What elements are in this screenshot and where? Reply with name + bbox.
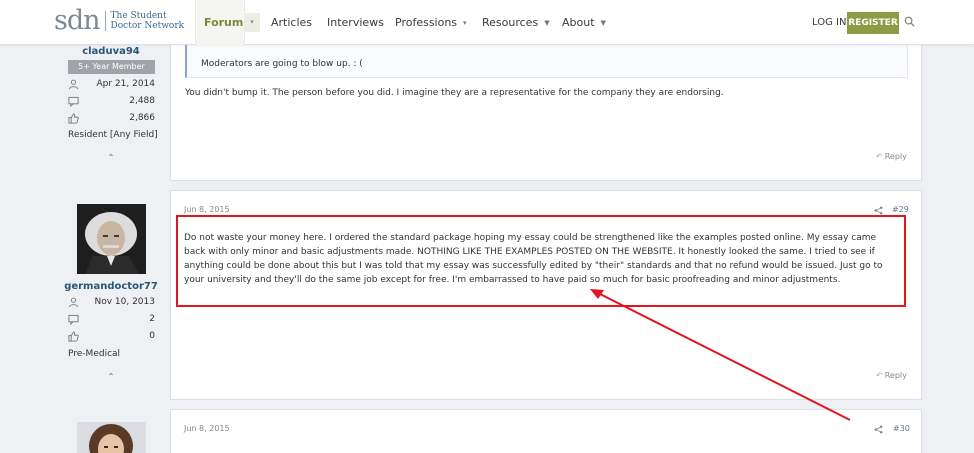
joined-date: Apr 21, 2014: [96, 79, 155, 89]
nav-interviews[interactable]: Interviews: [327, 0, 384, 45]
share-icon[interactable]: [874, 206, 883, 215]
nav-resources[interactable]: Resources ▼: [482, 0, 550, 45]
joined-date-row: Apr 21, 2014: [68, 79, 155, 91]
message-count-row: 2: [68, 314, 155, 326]
user-role: Resident [Any Field]: [68, 130, 158, 140]
like-count: 0: [149, 331, 155, 341]
joined-date: Nov 10, 2013: [94, 297, 155, 307]
username[interactable]: germandoctor77: [61, 281, 161, 292]
annotation-highlight-box: [176, 215, 906, 307]
reply-icon: ↶: [876, 371, 883, 380]
avatar-image: [77, 204, 146, 274]
messages-icon: [68, 314, 79, 325]
post-30: [170, 409, 922, 453]
user-icon: [68, 297, 79, 308]
avatar[interactable]: [77, 422, 146, 453]
chevron-down-icon: ▼: [600, 18, 606, 27]
post-number[interactable]: #29: [892, 205, 909, 214]
post-date[interactable]: Jun 8, 2015: [184, 424, 230, 433]
logo-text: The Student Doctor Network: [104, 11, 185, 31]
avatar[interactable]: [77, 204, 146, 274]
thumbs-up-icon: [68, 113, 79, 124]
nav-about[interactable]: About ▼: [562, 0, 606, 45]
like-count: 2,866: [129, 113, 155, 123]
nav-forums[interactable]: Forums: [195, 0, 250, 45]
user-role: Pre-Medical: [68, 349, 121, 359]
thumbs-up-icon: [68, 331, 79, 342]
chevron-down-icon: ▼: [544, 18, 550, 27]
post-number[interactable]: #30: [893, 424, 910, 433]
username[interactable]: claduva94: [61, 46, 161, 57]
avatar-image: [77, 422, 146, 453]
chevron-down-icon: ▾: [463, 18, 467, 27]
logo-line-2: Doctor Network: [110, 21, 185, 31]
site-logo[interactable]: sdn The Student Doctor Network: [54, 7, 184, 35]
joined-date-row: Nov 10, 2013: [68, 297, 155, 309]
messages-icon: [68, 96, 79, 107]
reply-label: Reply: [884, 152, 907, 161]
like-count-row: 2,866: [68, 113, 155, 125]
reply-button[interactable]: ↶ Reply: [876, 152, 907, 161]
top-navigation: sdn The Student Doctor Network Forums ▾ …: [0, 0, 974, 45]
reply-button[interactable]: ↶ Reply: [876, 371, 907, 380]
nav-resources-label: Resources: [482, 16, 539, 29]
user-icon: [68, 79, 79, 90]
login-link[interactable]: LOG IN: [812, 0, 846, 45]
nav-professions-label: Professions: [395, 16, 458, 29]
quote-text: Moderators are going to blow up. : (: [201, 59, 363, 69]
like-count-row: 0: [68, 331, 155, 343]
message-count: 2,488: [129, 96, 155, 106]
message-count-row: 2,488: [68, 96, 155, 108]
nav-professions[interactable]: Professions ▾: [395, 0, 467, 45]
logo-mark: sdn: [54, 5, 101, 36]
nav-about-label: About: [562, 16, 595, 29]
search-icon[interactable]: [904, 16, 915, 27]
register-button[interactable]: REGISTER: [847, 12, 899, 34]
chevron-up-icon[interactable]: ⌃: [106, 373, 116, 381]
quote-block: Moderators are going to blow up. : (: [185, 45, 908, 78]
share-icon[interactable]: [874, 425, 883, 434]
forums-dropdown-toggle[interactable]: ▾: [244, 13, 260, 32]
nav-articles[interactable]: Articles: [271, 0, 312, 45]
reply-label: Reply: [884, 371, 907, 380]
chevron-up-icon[interactable]: ⌃: [106, 154, 116, 162]
member-badge: 5+ Year Member: [68, 60, 155, 74]
reply-icon: ↶: [876, 152, 883, 161]
post-message: You didn't bump it. The person before yo…: [185, 88, 724, 98]
message-count: 2: [149, 314, 155, 324]
post-date[interactable]: Jun 8, 2015: [184, 205, 230, 214]
logo-line-1: The Student: [110, 11, 167, 21]
